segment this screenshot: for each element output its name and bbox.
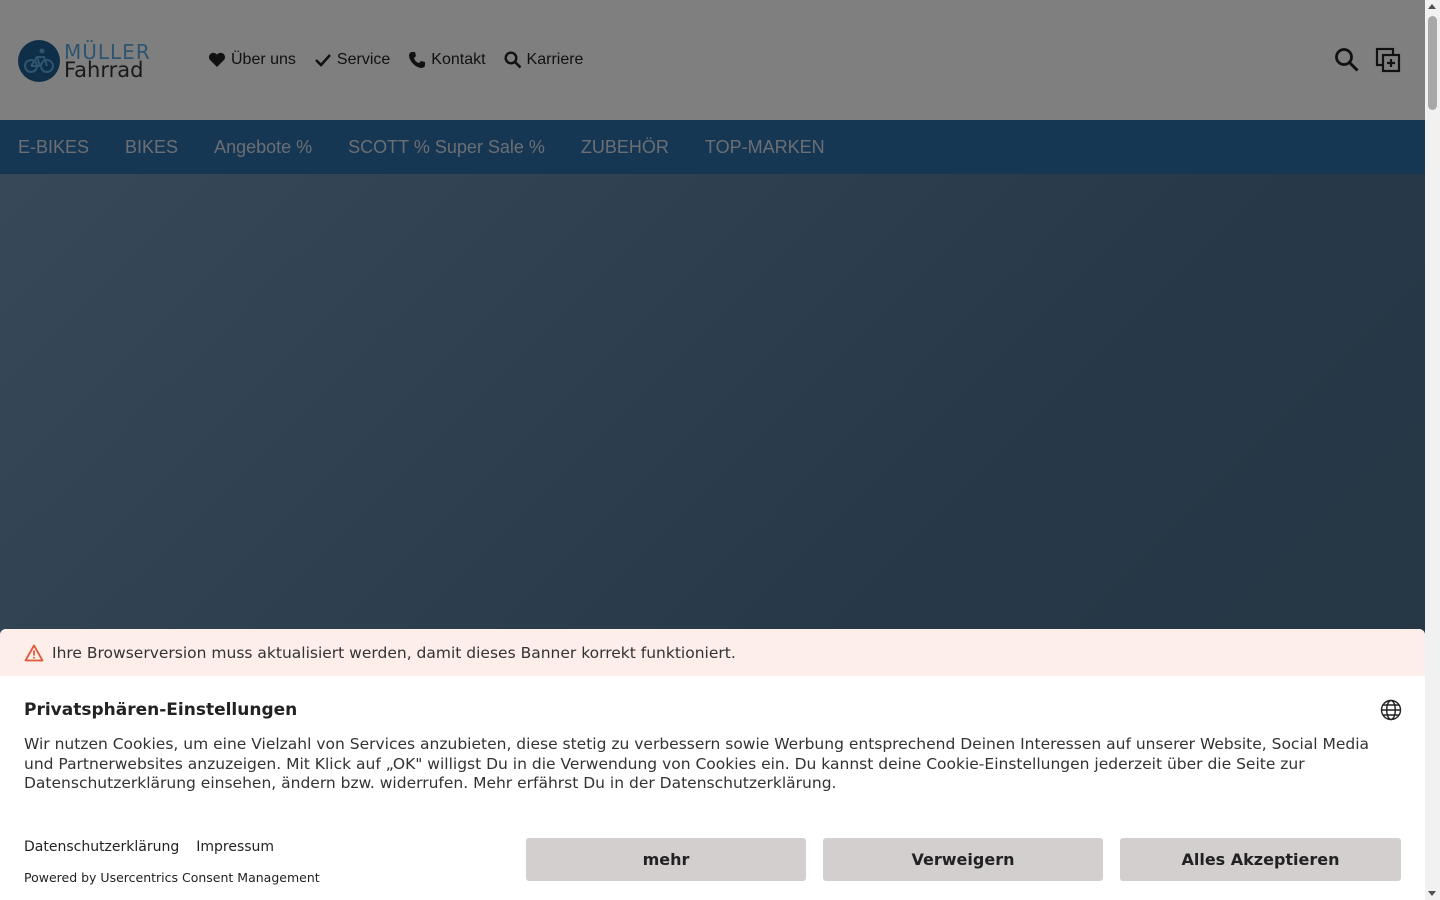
powered-by: Powered by Usercentrics Consent Manageme…: [24, 870, 320, 885]
warning-icon: [24, 644, 44, 661]
more-button[interactable]: mehr: [526, 838, 806, 881]
warning-text: Ihre Browserversion muss aktualisiert we…: [52, 643, 736, 662]
consent-title: Privatsphären-Einstellungen: [24, 700, 298, 720]
scroll-down-arrow-icon[interactable]: [1428, 891, 1436, 896]
language-globe-icon[interactable]: [1380, 699, 1402, 721]
privacy-policy-link[interactable]: Datenschutzerklärung: [24, 839, 179, 855]
deny-button[interactable]: Verweigern: [823, 838, 1103, 881]
browser-warning: Ihre Browserversion muss aktualisiert we…: [0, 629, 1425, 676]
consent-description: Wir nutzen Cookies, um eine Vielzahl von…: [24, 735, 1370, 792]
cookie-consent-banner: Ihre Browserversion muss aktualisiert we…: [0, 629, 1425, 900]
consent-links: Datenschutzerklärung Impressum: [24, 839, 291, 855]
imprint-link[interactable]: Impressum: [196, 839, 274, 855]
scroll-up-arrow-icon[interactable]: [1428, 4, 1436, 9]
accept-all-button[interactable]: Alles Akzeptieren: [1120, 838, 1401, 881]
scroll-thumb[interactable]: [1428, 16, 1437, 110]
vertical-scrollbar[interactable]: [1425, 0, 1440, 900]
